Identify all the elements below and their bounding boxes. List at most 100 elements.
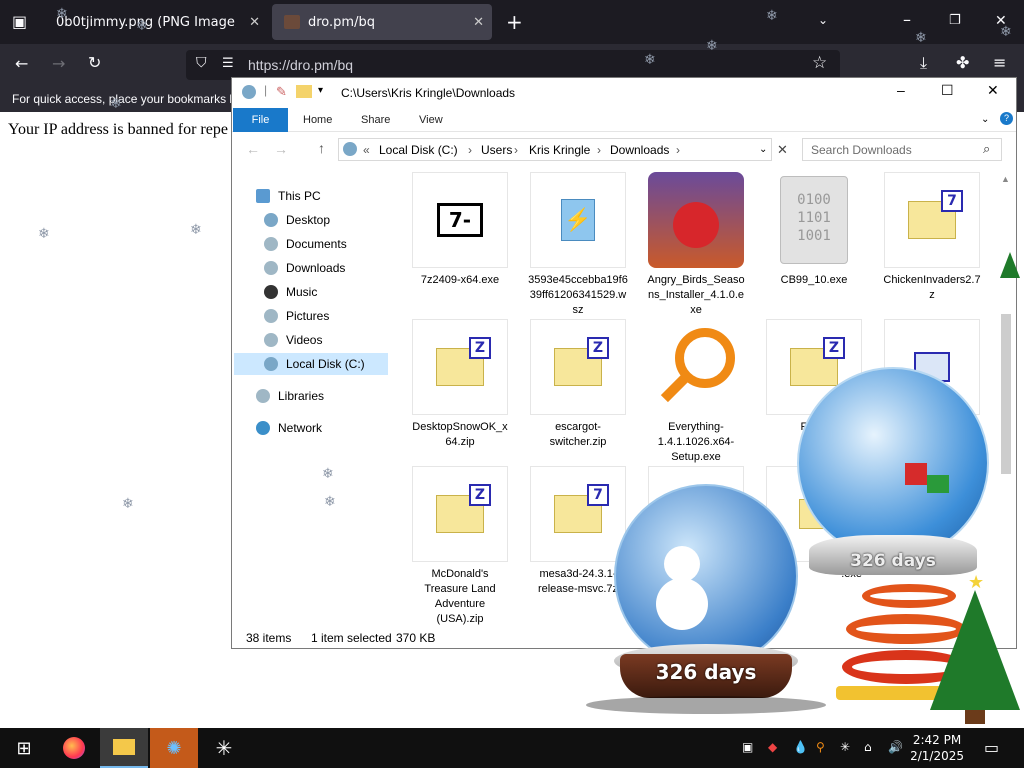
file-name: McDonald's Treasure Land Adventure (USA)… — [424, 568, 496, 625]
network-tray-icon[interactable]: ⌂ — [864, 740, 872, 754]
bookmark-star-icon[interactable]: ☆ — [812, 55, 827, 72]
list-all-tabs-icon[interactable]: ⌄ — [818, 14, 828, 26]
app-icon: ✺ — [166, 737, 182, 759]
file-name: 3593e45ccebba19f639ff61206341529.wsz — [528, 274, 628, 316]
days-counter: 326 days — [655, 660, 757, 684]
file-item[interactable]: 0100 1101 1001 CB99_10.exe — [764, 172, 864, 288]
file-item[interactable]: Angry_Birds_Seasons_Installer_4.1.0.exe — [646, 172, 746, 318]
disc-icon — [264, 309, 278, 323]
maximize-icon[interactable]: ☐ — [941, 82, 954, 99]
tray-icon[interactable]: ▣ — [742, 740, 753, 754]
file-name: escargot-switcher.zip — [549, 421, 607, 448]
search-input[interactable]: Search Downloads ⌕ — [802, 138, 1002, 161]
breadcrumb-overflow[interactable]: « — [363, 143, 370, 157]
snowflake-tray-icon[interactable]: ✳ — [840, 740, 850, 754]
search-placeholder: Search Downloads — [811, 143, 912, 157]
nav-downloads[interactable]: Downloads — [264, 257, 345, 279]
file-item[interactable]: Z escargot-switcher.zip — [528, 319, 628, 450]
nav-libraries[interactable]: Libraries — [256, 385, 324, 407]
forward-icon[interactable]: → — [274, 141, 288, 157]
tray-icon[interactable]: ◆ — [768, 740, 777, 754]
nav-label: Documents — [286, 237, 347, 251]
help-icon[interactable]: ? — [1000, 112, 1013, 125]
properties-icon[interactable]: ✎ — [276, 84, 287, 100]
winamp-skin-icon: ⚡ — [530, 172, 626, 268]
qat-dropdown-icon[interactable]: ▾ — [318, 85, 323, 96]
close-tab-icon[interactable]: ✕ — [249, 15, 260, 30]
nav-documents[interactable]: Documents — [264, 233, 347, 255]
nav-network[interactable]: Network — [256, 417, 322, 439]
up-icon[interactable]: ↑ — [318, 140, 325, 156]
downloads-icon[interactable]: ⤓ — [920, 55, 927, 71]
tab-home[interactable]: Home — [303, 108, 332, 132]
expand-ribbon-icon[interactable]: ⌄ — [981, 114, 989, 125]
nav-label: Desktop — [286, 213, 331, 227]
breadcrumb-kris-kringle[interactable]: Kris Kringle — [529, 143, 590, 157]
minimize-icon[interactable]: – — [903, 12, 911, 28]
nav-this-pc[interactable]: This PC — [256, 185, 321, 207]
close-tab-icon[interactable]: ✕ — [473, 15, 484, 30]
taskbar-file-explorer[interactable] — [100, 728, 148, 768]
file-item[interactable]: 7 ChickenInvaders2.7z — [882, 172, 982, 303]
tracking-shield-icon[interactable]: ⛉ — [196, 56, 207, 70]
close-icon[interactable]: ✕ — [987, 82, 999, 99]
file-item[interactable]: Z DesktopSnowOK_x64.zip — [410, 319, 510, 450]
back-icon[interactable]: ← — [246, 141, 260, 157]
breadcrumb-local-disk[interactable]: Local Disk (C:) — [379, 143, 458, 157]
nav-videos[interactable]: Videos — [264, 329, 322, 351]
new-folder-icon[interactable] — [296, 85, 312, 98]
nav-label: Videos — [286, 333, 323, 347]
minimize-icon[interactable]: – — [897, 82, 905, 98]
clear-address-icon[interactable]: ✕ — [777, 142, 788, 158]
volume-icon[interactable]: 🔊 — [888, 740, 903, 754]
url-bar[interactable]: ⛉ ☰ https://dro.pm/bq — [186, 50, 840, 80]
breadcrumb-downloads[interactable]: Downloads — [610, 143, 669, 157]
browser-tab-active[interactable]: dro.pm/bq ✕ — [272, 4, 492, 40]
tab-title: dro.pm/bq — [308, 14, 375, 30]
file-item[interactable]: Everything-1.4.1.1026.x64-Setup.exe — [646, 319, 746, 465]
nav-music[interactable]: Music — [264, 281, 317, 303]
nav-label: Downloads — [286, 261, 346, 275]
start-button[interactable]: ⊞ — [0, 728, 48, 768]
site-info-icon[interactable]: ☰ — [222, 57, 234, 70]
taskbar-firefox[interactable] — [50, 728, 98, 768]
address-dropdown-icon[interactable]: ⌄ — [759, 144, 767, 155]
breadcrumb-separator: › — [468, 143, 472, 157]
tab-view[interactable]: View — [419, 108, 443, 132]
file-name: ChickenInvaders2.7z — [883, 274, 981, 301]
tray-droplet-icon[interactable]: 💧 — [793, 740, 808, 754]
tab-list-icon[interactable]: ▣ — [12, 14, 27, 30]
file-item[interactable]: Z McDonald's Treasure Land Adventure (US… — [410, 466, 510, 627]
network-icon — [256, 421, 270, 435]
taskbar-snow-app[interactable]: ✳ — [200, 728, 248, 768]
nav-local-disk[interactable]: Local Disk (C:) — [234, 353, 388, 375]
breadcrumb-users[interactable]: Users — [481, 143, 512, 157]
clock[interactable]: 2:42 PM 2/1/2025 — [910, 732, 964, 764]
back-icon[interactable]: ← — [15, 56, 28, 72]
drive-icon — [242, 85, 256, 99]
file-item[interactable]: 7- 7z2409-x64.exe — [410, 172, 510, 288]
new-tab-icon[interactable]: + — [506, 12, 523, 32]
notification-icon[interactable]: ▭ — [984, 738, 999, 757]
tab-share[interactable]: Share — [361, 108, 390, 132]
nav-desktop[interactable]: Desktop — [264, 209, 330, 231]
nav-pictures[interactable]: Pictures — [264, 305, 329, 327]
address-bar[interactable]: « Local Disk (C:) › Users › Kris Kringle… — [338, 138, 772, 161]
tab-favicon-icon — [284, 15, 300, 29]
windows-logo-icon: ⊞ — [16, 737, 32, 759]
menu-icon[interactable]: ≡ — [993, 55, 1006, 71]
file-item[interactable]: ⚡ 3593e45ccebba19f639ff61206341529.wsz — [528, 172, 628, 318]
everything-tray-icon[interactable]: ⚲ — [816, 740, 825, 754]
forward-icon[interactable]: → — [52, 56, 65, 72]
nav-label: This PC — [278, 189, 321, 203]
scroll-up-icon[interactable]: ▲ — [1001, 174, 1010, 184]
extensions-icon[interactable]: ✤ — [956, 55, 969, 71]
close-window-icon[interactable]: ✕ — [995, 14, 1007, 28]
small-tree-decoration — [1000, 252, 1024, 282]
browser-tab-image[interactable]: 0b0tjimmy.png (PNG Image, 918 × ✕ — [44, 4, 268, 40]
snow-globe-presents: 326 days — [795, 367, 1015, 587]
tab-file[interactable]: File — [233, 108, 288, 132]
taskbar-app[interactable]: ✺ — [150, 728, 198, 768]
restore-icon[interactable]: ❐ — [949, 14, 961, 27]
reload-icon[interactable]: ↻ — [88, 55, 101, 71]
